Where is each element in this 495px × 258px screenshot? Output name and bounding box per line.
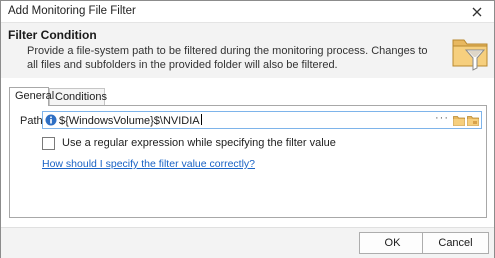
general-tab-panel: Path: ${WindowsVolume}$\NVIDIA ··· Use a… xyxy=(9,105,487,218)
tab-general[interactable]: General xyxy=(9,87,54,106)
path-text: ${WindowsVolume}$\NVIDIA xyxy=(59,115,200,127)
folder-icon[interactable] xyxy=(453,115,465,126)
more-options-button[interactable]: ··· xyxy=(435,112,449,124)
header-description: Provide a file-system path to be filtere… xyxy=(27,45,428,71)
close-icon xyxy=(472,7,482,16)
dialog-footer: OK Cancel xyxy=(1,227,494,258)
header-title: Filter Condition xyxy=(8,28,97,42)
regex-checkbox-label[interactable]: Use a regular expression while specifyin… xyxy=(62,137,336,149)
path-value: ${WindowsVolume}$\NVIDIA xyxy=(59,114,202,127)
text-caret xyxy=(200,114,202,125)
dialog-header: Filter Condition Provide a file-system p… xyxy=(1,23,494,78)
window-title: Add Monitoring File Filter xyxy=(8,5,136,17)
dialog-window: Add Monitoring File Filter Filter Condit… xyxy=(0,0,495,258)
regex-checkbox[interactable] xyxy=(42,137,55,150)
folder-open-icon[interactable] xyxy=(467,115,479,126)
info-icon xyxy=(45,114,57,126)
cancel-button[interactable]: Cancel xyxy=(422,232,489,254)
path-input[interactable]: ${WindowsVolume}$\NVIDIA ··· xyxy=(42,111,482,129)
tab-conditions[interactable]: Conditions xyxy=(49,88,107,105)
close-button[interactable] xyxy=(466,2,488,21)
title-bar: Add Monitoring File Filter xyxy=(1,1,494,23)
ok-button[interactable]: OK xyxy=(359,232,426,254)
help-link[interactable]: How should I specify the filter value co… xyxy=(42,158,255,170)
funnel-folder-icon xyxy=(452,39,488,71)
